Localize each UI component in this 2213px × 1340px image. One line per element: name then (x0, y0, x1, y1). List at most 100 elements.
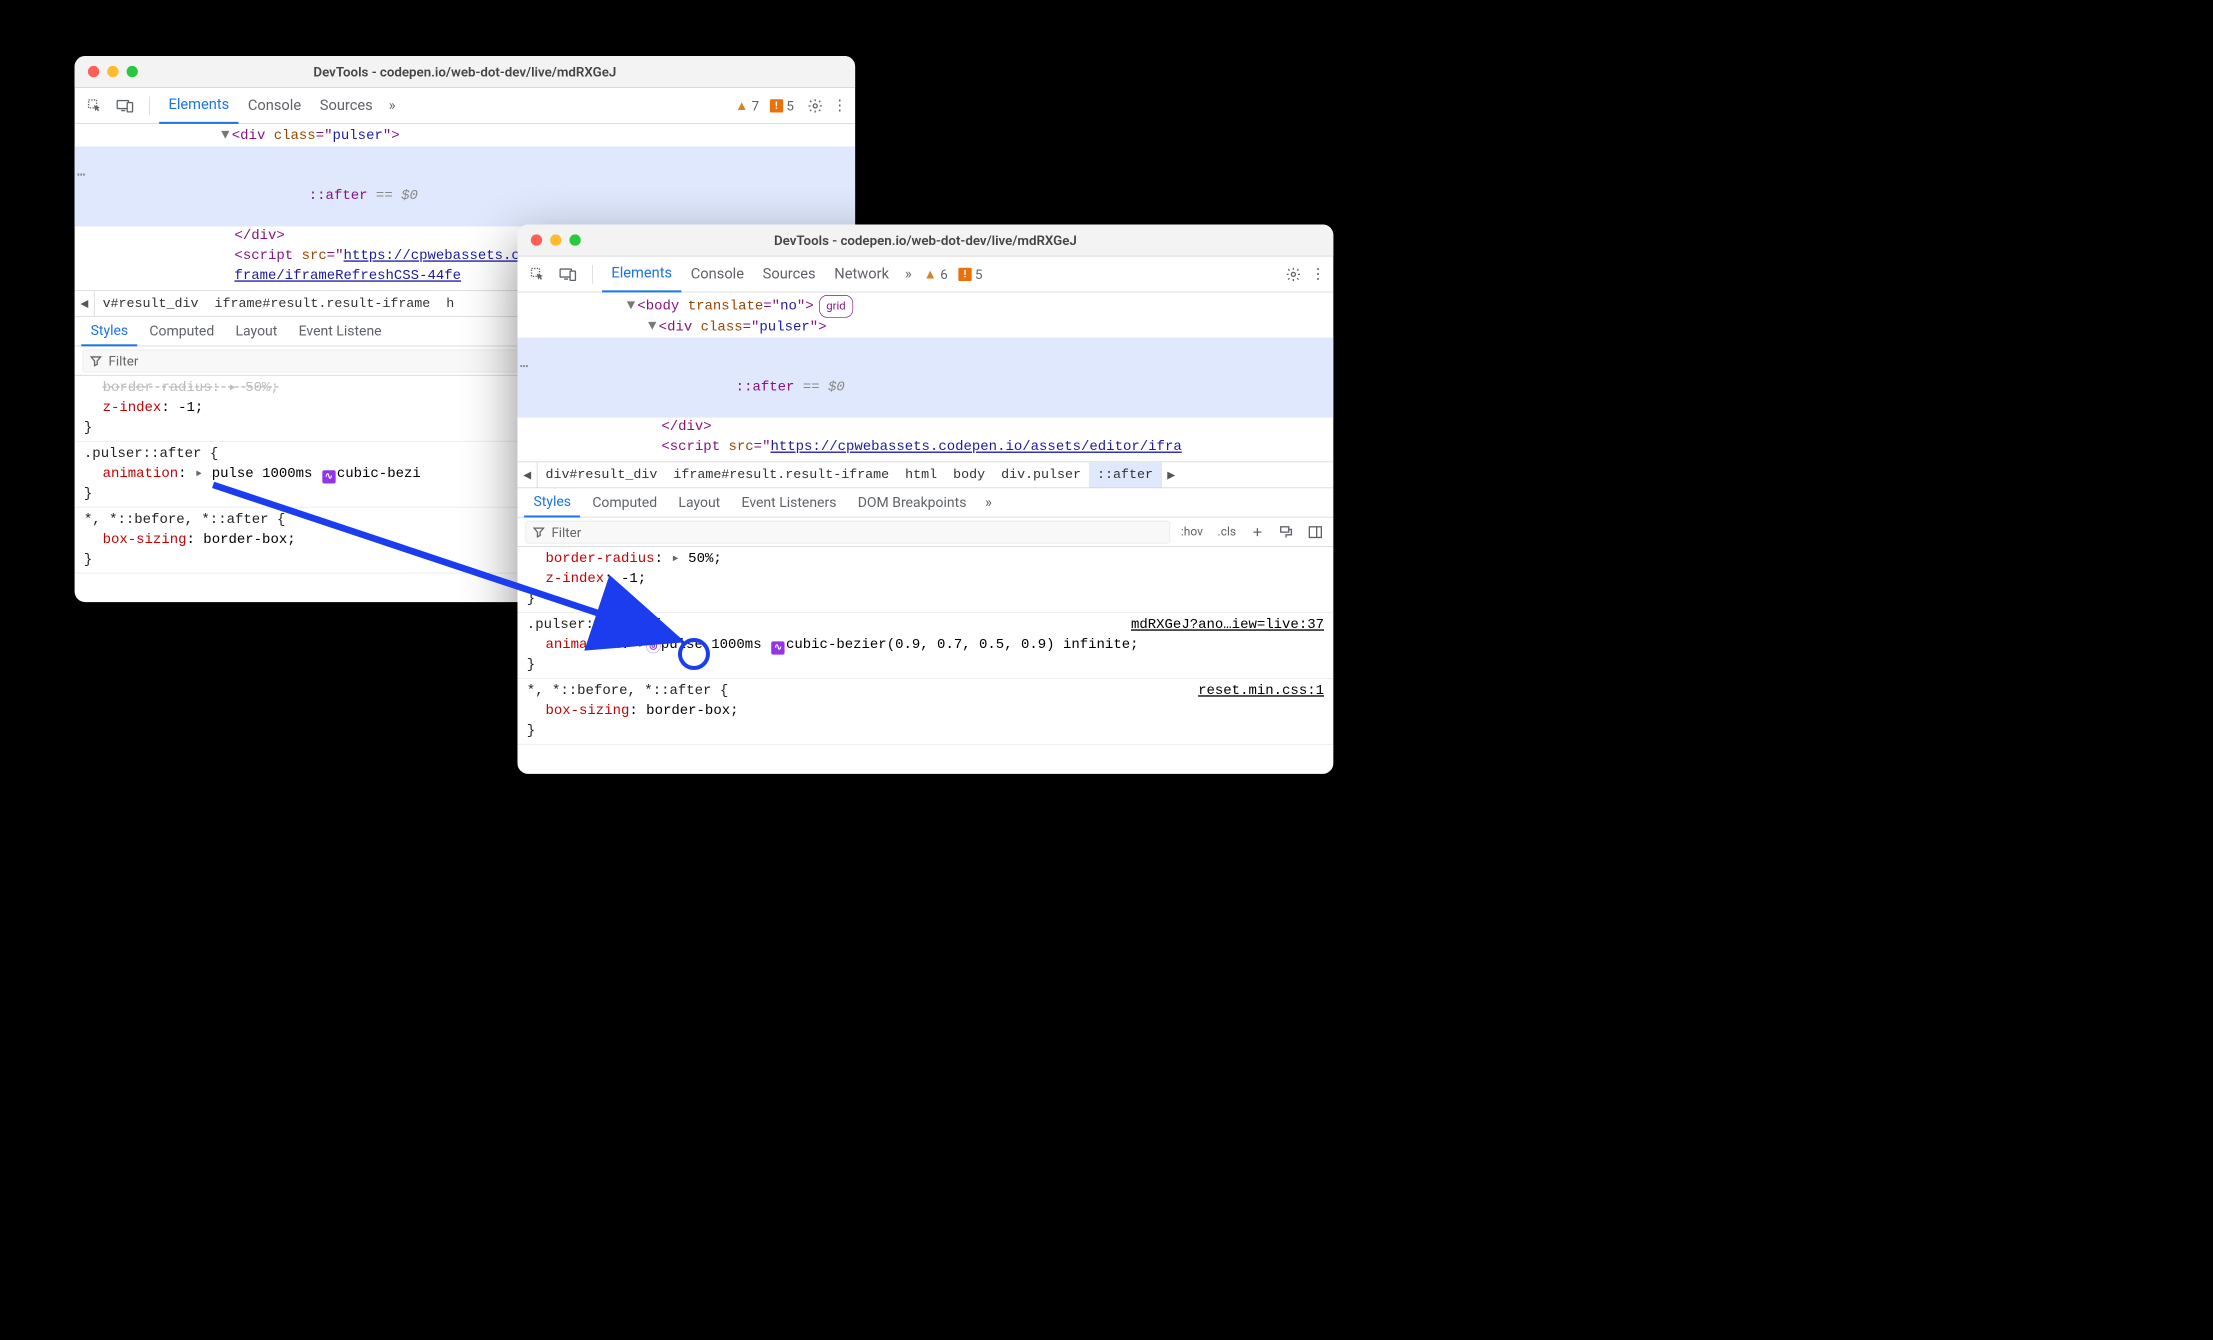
animation-icon[interactable] (646, 639, 661, 654)
close-icon[interactable] (531, 234, 542, 245)
css-rule[interactable]: mdRXGeJ?ano…iew=live:37 .pulser::after {… (517, 613, 1333, 679)
warnings-badge[interactable]: ▲7 (735, 97, 759, 114)
dom-node[interactable]: <script src="https://cpwebassets.codepen… (517, 438, 1333, 458)
warning-icon: ▲ (735, 97, 748, 114)
dom-node-selected[interactable]: ⋯ ::after == $0 (75, 147, 856, 227)
chevron-left-icon[interactable]: ◀ (75, 291, 95, 316)
css-rule[interactable]: border-radius: ▸ 50%; z-index: -1; } (517, 547, 1333, 613)
inspect-icon[interactable] (85, 96, 104, 115)
styles-panel[interactable]: border-radius: ▸ 50%; z-index: -1; } mdR… (517, 547, 1333, 774)
expand-icon[interactable]: ▸ (671, 551, 679, 566)
dom-tree[interactable]: ▼<body translate="no">grid ▼<div class="… (517, 292, 1333, 461)
breadcrumb-item[interactable]: div.pulser (993, 462, 1089, 487)
device-toggle-icon[interactable] (559, 265, 578, 284)
minimize-icon[interactable] (550, 234, 561, 245)
tab-elements[interactable]: Elements (159, 88, 238, 123)
separator (149, 96, 150, 115)
main-toolbar: Elements Console Sources Network » ▲6 !5… (517, 256, 1333, 292)
issues-badge[interactable]: !5 (958, 266, 982, 282)
hov-button[interactable]: :hov (1177, 525, 1207, 539)
device-toggle-icon[interactable] (116, 96, 135, 115)
breadcrumb-item[interactable]: body (945, 462, 993, 487)
traffic-lights[interactable] (75, 66, 138, 77)
expand-icon[interactable]: ▸ (195, 466, 203, 481)
breadcrumb[interactable]: ◀ div#result_div iframe#result.result-if… (517, 462, 1333, 489)
breadcrumb-item-selected[interactable]: ::after (1089, 462, 1161, 487)
subtab-computed[interactable]: Computed (583, 488, 666, 517)
breadcrumb-item[interactable]: iframe#result.result-iframe (206, 291, 438, 316)
subtab-event-listeners[interactable]: Event Listeners (732, 488, 846, 517)
dom-node[interactable]: </div> (517, 418, 1333, 438)
gear-icon[interactable] (1284, 265, 1303, 284)
close-icon[interactable] (88, 66, 99, 77)
chevron-down-icon[interactable]: ▼ (221, 126, 232, 146)
more-tabs-icon[interactable]: » (978, 494, 998, 511)
tab-sources[interactable]: Sources (310, 88, 382, 123)
zoom-icon[interactable] (127, 66, 138, 77)
warnings-badge[interactable]: ▲6 (924, 266, 948, 283)
breadcrumb-item[interactable]: div#result_div (537, 462, 665, 487)
dom-node[interactable]: ▼<body translate="no">grid (517, 295, 1333, 318)
new-rule-icon[interactable] (1247, 525, 1268, 538)
titlebar[interactable]: DevTools - codepen.io/web-dot-dev/live/m… (517, 224, 1333, 256)
subtab-dom-breakpoints[interactable]: DOM Breakpoints (848, 488, 975, 517)
tab-network[interactable]: Network (825, 256, 898, 291)
filter-icon (533, 526, 545, 538)
subtab-layout[interactable]: Layout (669, 488, 729, 517)
tab-elements[interactable]: Elements (602, 257, 681, 292)
more-tabs-icon[interactable]: » (382, 97, 402, 114)
subtab-computed[interactable]: Computed (140, 317, 223, 346)
chevron-down-icon[interactable]: ▼ (627, 296, 638, 316)
dom-node[interactable]: ▼<div class="pulser"> (75, 127, 856, 147)
tab-console[interactable]: Console (239, 88, 311, 123)
expand-icon[interactable]: ▸ (638, 637, 646, 652)
separator (592, 265, 593, 284)
zoom-icon[interactable] (569, 234, 580, 245)
kebab-icon[interactable]: ⋮ (831, 97, 848, 114)
chevron-right-icon[interactable]: ▶ (1161, 462, 1181, 487)
filter-placeholder: Filter (109, 353, 139, 369)
tab-console[interactable]: Console (681, 256, 753, 291)
grid-badge[interactable]: grid (819, 295, 853, 318)
issues-badge[interactable]: !5 (770, 98, 794, 114)
traffic-lights[interactable] (517, 234, 580, 245)
window-title: DevTools - codepen.io/web-dot-dev/live/m… (517, 232, 1333, 248)
source-link[interactable]: reset.min.css:1 (1198, 681, 1324, 701)
sidebar-toggle-icon[interactable] (1304, 524, 1327, 539)
paint-icon[interactable] (1275, 524, 1298, 539)
dom-node-selected[interactable]: ⋯ ::after == $0 (517, 338, 1333, 418)
inspect-icon[interactable] (528, 265, 547, 284)
filter-bar: Filter :hov .cls (517, 517, 1333, 546)
breadcrumb-item[interactable]: v#result_div (95, 291, 207, 316)
minimize-icon[interactable] (107, 66, 118, 77)
main-toolbar: Elements Console Sources » ▲7 !5 ⋮ (75, 88, 856, 124)
filter-icon (90, 355, 102, 367)
overflow-icon[interactable]: ⋯ (517, 358, 533, 378)
tab-sources[interactable]: Sources (753, 256, 825, 291)
bezier-editor-icon[interactable]: ∿ (322, 470, 335, 483)
source-link[interactable]: mdRXGeJ?ano…iew=live:37 (1131, 615, 1324, 635)
subtab-event-listeners[interactable]: Event Listene (289, 317, 391, 346)
breadcrumb-item[interactable]: html (897, 462, 945, 487)
css-rule[interactable]: reset.min.css:1 *, *::before, *::after {… (517, 679, 1333, 745)
subtab-styles[interactable]: Styles (81, 317, 137, 346)
chevron-left-icon[interactable]: ◀ (517, 462, 537, 487)
overflow-icon[interactable]: ⋯ (75, 167, 91, 187)
bezier-editor-icon[interactable]: ∿ (771, 641, 784, 654)
breadcrumb-item[interactable]: h (438, 291, 462, 316)
subtab-styles[interactable]: Styles (524, 489, 580, 518)
gear-icon[interactable] (806, 96, 825, 115)
styles-tabs: Styles Computed Layout Event Listeners D… (517, 488, 1333, 517)
filter-input[interactable]: Filter (525, 520, 1170, 543)
cls-button[interactable]: .cls (1214, 525, 1241, 539)
more-tabs-icon[interactable]: » (898, 266, 918, 283)
kebab-icon[interactable]: ⋮ (1309, 266, 1326, 283)
warning-icon: ▲ (924, 266, 937, 283)
dom-node[interactable]: ▼<div class="pulser"> (517, 318, 1333, 338)
subtab-layout[interactable]: Layout (226, 317, 286, 346)
chevron-down-icon[interactable]: ▼ (648, 317, 659, 337)
devtools-window-front: DevTools - codepen.io/web-dot-dev/live/m… (517, 224, 1333, 773)
breadcrumb-item[interactable]: iframe#result.result-iframe (665, 462, 897, 487)
filter-placeholder: Filter (551, 524, 581, 540)
titlebar[interactable]: DevTools - codepen.io/web-dot-dev/live/m… (75, 56, 856, 88)
